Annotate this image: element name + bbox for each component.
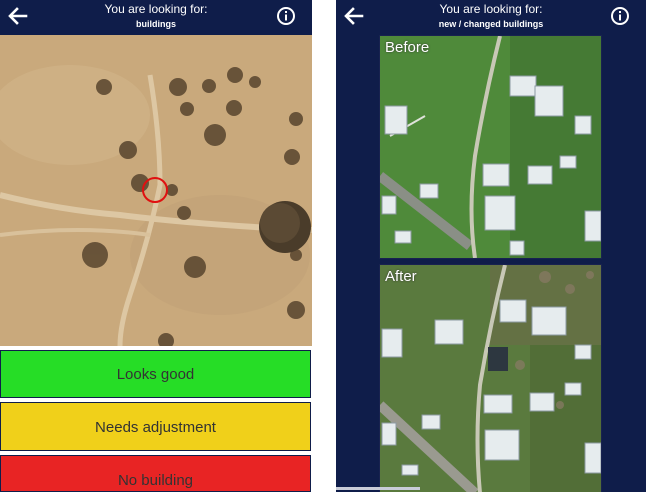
after-satellite-image bbox=[376, 264, 602, 492]
header-title: You are looking for: bbox=[104, 2, 208, 16]
right-screen: You are looking for: new / changed build… bbox=[336, 0, 646, 492]
before-image-panel[interactable]: Before bbox=[376, 35, 602, 259]
header-subtitle: buildings bbox=[136, 19, 176, 29]
needs-adjustment-button[interactable]: Needs adjustment bbox=[0, 402, 311, 451]
no-building-button[interactable]: No building bbox=[0, 455, 311, 492]
info-icon[interactable] bbox=[610, 6, 630, 26]
header-subtitle: new / changed buildings bbox=[438, 19, 544, 29]
after-image-panel[interactable]: After bbox=[376, 264, 602, 492]
header-title: You are looking for: bbox=[439, 2, 543, 16]
satellite-image[interactable] bbox=[0, 35, 312, 346]
header-bar: You are looking for: buildings bbox=[0, 0, 312, 35]
header-bar: You are looking for: new / changed build… bbox=[336, 0, 646, 35]
before-label: Before bbox=[385, 39, 430, 56]
left-screen: You are looking for: buildings Looks goo… bbox=[0, 0, 312, 492]
before-satellite-image bbox=[376, 35, 602, 259]
after-label: After bbox=[385, 268, 417, 285]
info-icon[interactable] bbox=[276, 6, 296, 26]
scrollbar[interactable] bbox=[336, 487, 420, 490]
looks-good-button[interactable]: Looks good bbox=[0, 350, 311, 398]
